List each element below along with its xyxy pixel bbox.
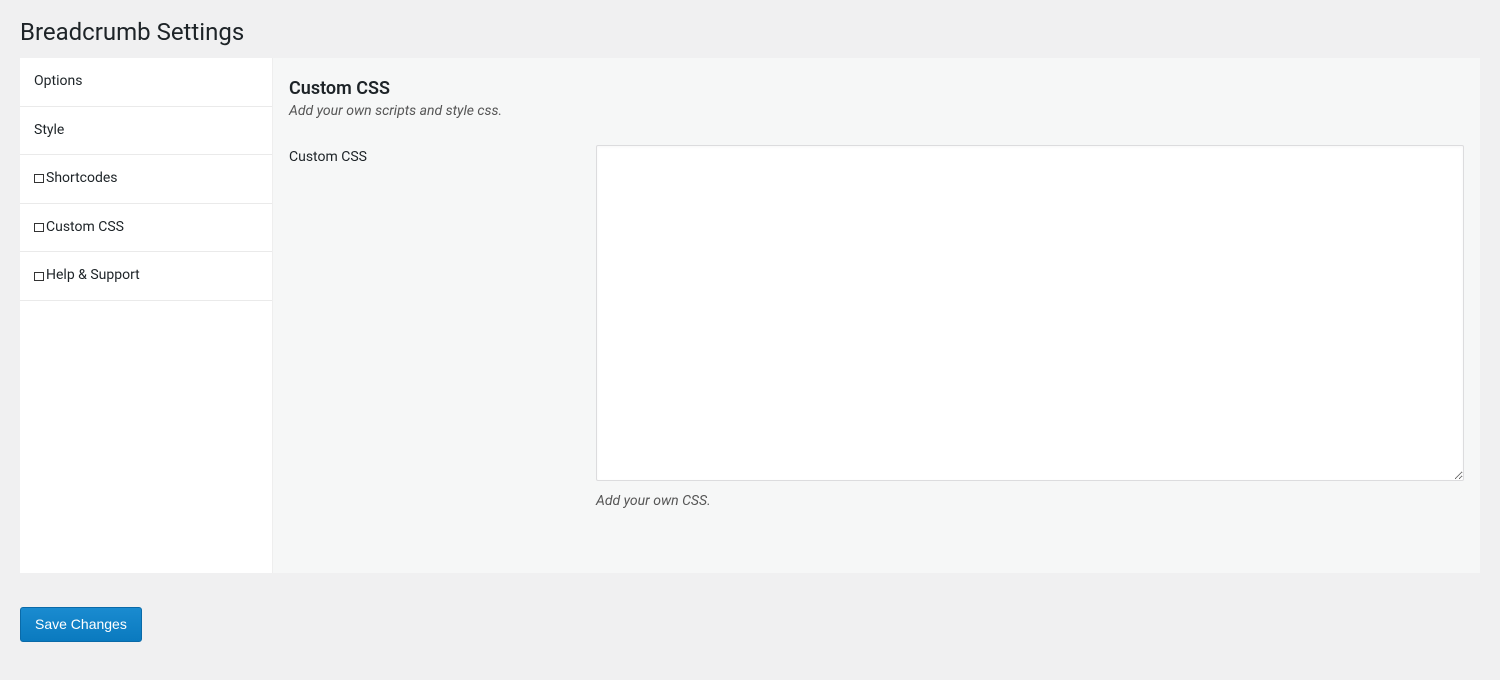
sidebar-tab-style[interactable]: Style (20, 107, 272, 156)
sidebar-tab-custom-css[interactable]: Custom CSS (20, 204, 272, 253)
square-icon (34, 174, 44, 183)
form-row-custom-css: Custom CSS Add your own CSS. (289, 145, 1464, 509)
sidebar-item-label: Style (34, 121, 64, 141)
section-heading: Custom CSS (289, 78, 1464, 99)
sidebar-tab-options[interactable]: Options (20, 58, 272, 107)
sidebar-item-label: Shortcodes (46, 169, 118, 189)
sidebar-item-label: Options (34, 72, 82, 92)
square-icon (34, 272, 44, 281)
main-panel: Custom CSS Add your own scripts and styl… (272, 58, 1480, 573)
section-subheading: Add your own scripts and style css. (289, 103, 1464, 119)
save-changes-button[interactable]: Save Changes (20, 607, 142, 642)
custom-css-textarea[interactable] (596, 145, 1464, 481)
field-hint: Add your own CSS. (596, 493, 1464, 509)
sidebar-item-label: Help & Support (46, 266, 140, 286)
field-label-custom-css: Custom CSS (289, 145, 596, 165)
sidebar-tab-shortcodes[interactable]: Shortcodes (20, 155, 272, 204)
sidebar-tab-help-support[interactable]: Help & Support (20, 252, 272, 301)
settings-container: Options Style Shortcodes Custom CSS Help… (20, 58, 1480, 573)
page-title: Breadcrumb Settings (20, 18, 1480, 46)
square-icon (34, 223, 44, 232)
sidebar-item-label: Custom CSS (46, 218, 124, 238)
sidebar-tabs: Options Style Shortcodes Custom CSS Help… (20, 58, 272, 573)
